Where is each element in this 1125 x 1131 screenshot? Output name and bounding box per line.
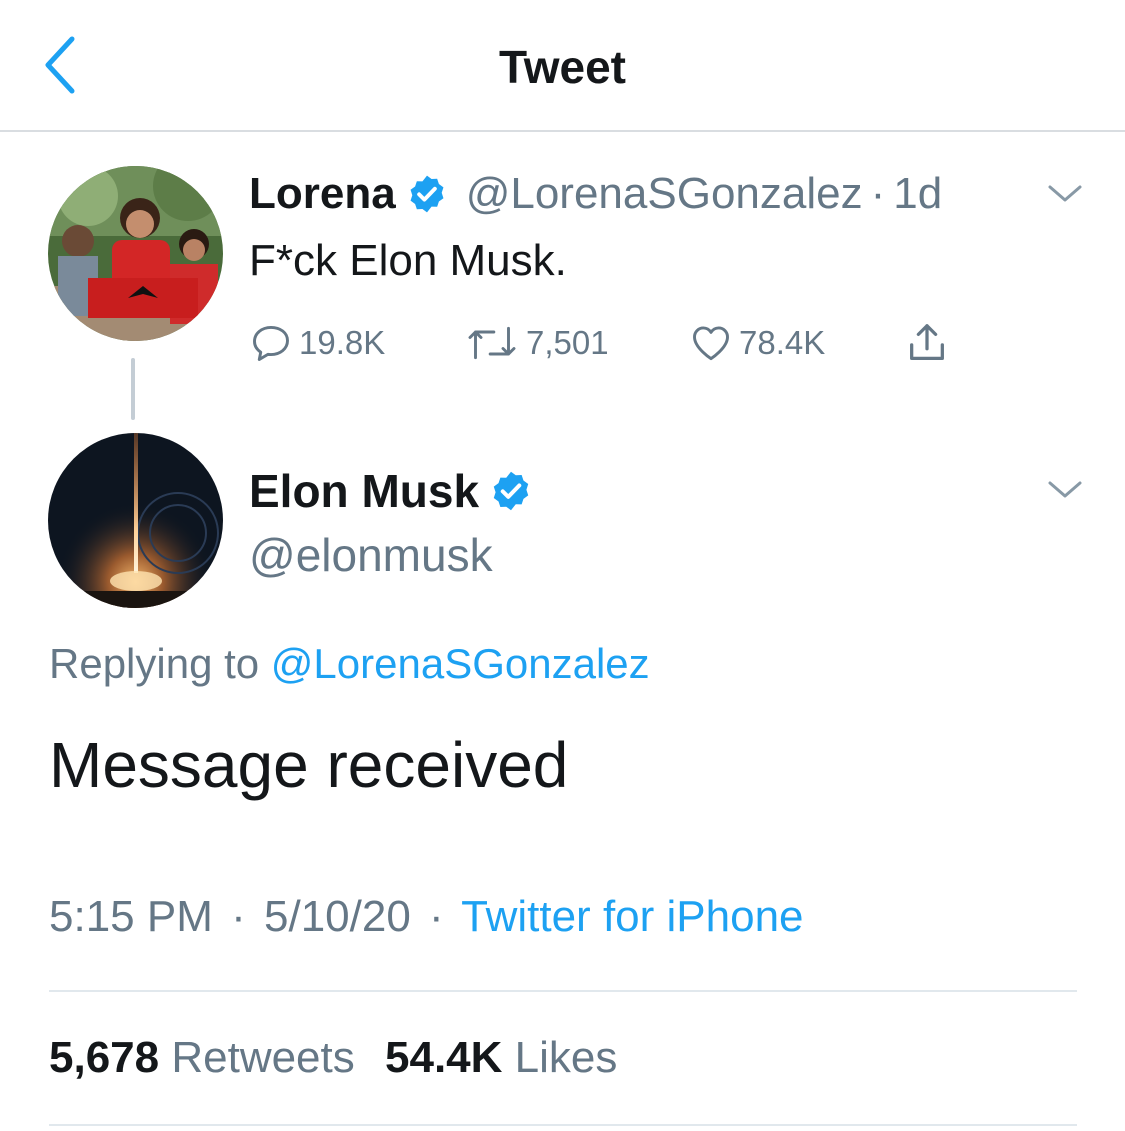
reply-count: 19.8K bbox=[299, 324, 386, 361]
retweet-button[interactable]: 7,501 bbox=[464, 318, 609, 368]
replying-to-mention[interactable]: @LorenaSGonzalez bbox=[271, 640, 650, 687]
tweet-stats: 5,678 Retweets 54.4K Likes bbox=[49, 1033, 617, 1083]
separator-dot: · bbox=[231, 892, 246, 941]
likes-count: 54.4K bbox=[385, 1033, 503, 1082]
share-button[interactable] bbox=[904, 318, 956, 368]
author-name[interactable]: Elon Musk bbox=[249, 464, 479, 518]
chevron-down-icon bbox=[1048, 481, 1082, 498]
navigation-header: Tweet bbox=[0, 0, 1125, 132]
verified-badge-icon bbox=[489, 469, 533, 513]
tweet-date: 5/10/20 bbox=[264, 892, 411, 941]
heart-icon bbox=[693, 326, 729, 361]
replying-to-label: Replying to bbox=[49, 640, 260, 687]
page-title: Tweet bbox=[499, 41, 626, 93]
verified-badge-icon bbox=[406, 173, 448, 215]
reply-icon bbox=[253, 325, 289, 361]
like-count: 78.4K bbox=[739, 324, 826, 361]
tweet-time: 5:15 PM bbox=[49, 892, 213, 941]
tweet-time-ago[interactable]: 1d bbox=[893, 169, 942, 219]
thread-connector-line bbox=[131, 358, 135, 420]
replying-to-line: Replying to @LorenaSGonzalez bbox=[49, 640, 650, 688]
main-tweet-text: Message received bbox=[49, 729, 569, 801]
author-name[interactable]: Lorena bbox=[249, 169, 396, 219]
divider bbox=[49, 990, 1077, 992]
separator-dot: · bbox=[870, 169, 886, 218]
tweet-source-link[interactable]: Twitter for iPhone bbox=[461, 892, 803, 941]
avatar-lorena[interactable] bbox=[48, 166, 223, 341]
main-tweet-handle-row: @elonmusk bbox=[249, 528, 493, 582]
author-handle[interactable]: @LorenaSGonzalez bbox=[466, 169, 863, 219]
retweet-count: 7,501 bbox=[526, 324, 609, 361]
retweets-stat[interactable]: 5,678 Retweets bbox=[49, 1033, 367, 1082]
parent-tweet-text: F*ck Elon Musk. bbox=[249, 236, 567, 285]
retweet-icon bbox=[468, 326, 516, 360]
main-tweet-name-row: Elon Musk bbox=[249, 464, 533, 518]
share-icon bbox=[910, 324, 944, 360]
retweets-count: 5,678 bbox=[49, 1033, 160, 1082]
parent-tweet-header: Lorena @LorenaSGonzalez · 1d bbox=[249, 168, 942, 220]
like-button[interactable]: 78.4K bbox=[689, 318, 825, 368]
avatar-elonmusk[interactable] bbox=[48, 433, 223, 608]
chevron-down-icon bbox=[1048, 185, 1082, 202]
parent-tweet-menu-button[interactable] bbox=[1040, 174, 1090, 214]
tweet-metadata: 5:15 PM · 5/10/20 · Twitter for iPhone bbox=[49, 892, 804, 942]
likes-label: Likes bbox=[514, 1033, 618, 1082]
reply-button[interactable]: 19.8K bbox=[249, 318, 385, 368]
retweets-label: Retweets bbox=[171, 1033, 355, 1082]
author-handle[interactable]: @elonmusk bbox=[249, 528, 493, 582]
divider bbox=[49, 1124, 1077, 1126]
likes-stat[interactable]: 54.4K Likes bbox=[385, 1033, 617, 1082]
separator-dot: · bbox=[429, 892, 444, 941]
main-tweet-menu-button[interactable] bbox=[1040, 470, 1090, 510]
